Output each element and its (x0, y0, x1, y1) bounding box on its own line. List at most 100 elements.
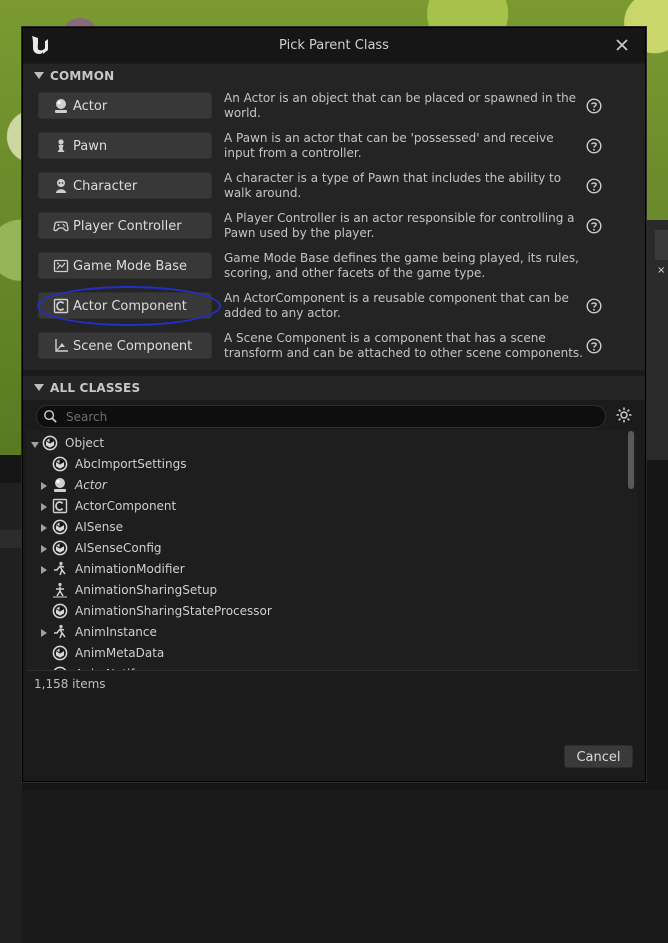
tree-row-label: AISenseConfig (75, 541, 162, 555)
animation-icon (54, 561, 66, 576)
expand-arrow-icon[interactable] (41, 566, 47, 574)
help-icon[interactable] (586, 218, 602, 234)
close-icon[interactable] (611, 34, 633, 56)
actor-button-label: Actor (73, 99, 108, 114)
tree-row-label: AnimationModifier (75, 562, 185, 576)
character-description: A character is a type of Pawn that inclu… (224, 171, 562, 200)
expand-arrow-icon[interactable] (41, 545, 47, 553)
player-controller-button-label: Player Controller (73, 219, 182, 234)
object-icon (52, 519, 68, 535)
tree-row[interactable]: AISenseConfig (27, 538, 627, 559)
pawn-icon (57, 139, 65, 152)
tree-row-label: AISense (75, 520, 123, 534)
game-mode-base-button[interactable]: Game Mode Base (38, 252, 212, 279)
panel-strip-tab (0, 530, 22, 548)
search-input[interactable] (64, 408, 598, 426)
items-count: 1,158 items (34, 677, 106, 691)
common-row-scene-component: Scene Component A Scene Component is a c… (23, 328, 645, 368)
gear-icon[interactable] (615, 406, 633, 424)
class-tree: Object AbcImportSettings Actor ActorCompone… (27, 430, 637, 670)
object-icon (42, 435, 58, 451)
common-row-player-controller: Player Controller A Player Controller is… (23, 208, 645, 248)
actor-icon (54, 478, 66, 492)
pawn-button-label: Pawn (73, 139, 108, 154)
object-icon (52, 540, 68, 556)
search-box (36, 405, 606, 428)
help-icon[interactable] (586, 338, 602, 354)
tree-row[interactable]: AnimationModifier (27, 559, 627, 580)
expand-arrow-icon[interactable] (41, 629, 47, 637)
scene-component-button-label: Scene Component (73, 339, 193, 354)
character-button-label: Character (73, 179, 138, 194)
panel-strip (0, 483, 22, 943)
tree-row-label: ActorComponent (75, 499, 177, 513)
game-mode-base-button-label: Game Mode Base (73, 259, 188, 274)
collapse-arrow-icon[interactable] (31, 442, 39, 448)
object-icon (52, 645, 68, 661)
tree-row[interactable]: Actor (27, 475, 627, 496)
gamepad-icon (53, 221, 69, 232)
pawn-button[interactable]: Pawn (38, 132, 212, 159)
tree-row-label: AbcImportSettings (75, 457, 187, 471)
game-mode-icon (53, 259, 69, 273)
common-row-actor: Actor An Actor is an object that can be … (23, 88, 645, 128)
expand-arrow-icon[interactable] (41, 503, 47, 511)
character-button[interactable]: Character (38, 172, 212, 199)
tree-row[interactable]: AnimationSharingStateProcessor (27, 601, 627, 622)
tree-row[interactable]: Object (27, 433, 627, 454)
common-row-game-mode-base: Game Mode Base Game Mode Base defines th… (23, 248, 645, 288)
tree-scrollbar[interactable] (628, 431, 635, 671)
common-row-actor-component: Actor Component An ActorComponent is a r… (23, 286, 645, 328)
character-icon (56, 179, 66, 193)
actor-button[interactable]: Actor (38, 92, 212, 119)
actor-component-icon (53, 298, 69, 314)
all-classes-header-label: ALL CLASSES (50, 381, 141, 395)
scrollbar-thumb[interactable] (628, 431, 634, 489)
animation-icon (54, 624, 66, 639)
expand-arrow-icon[interactable] (41, 482, 47, 490)
common-section-header[interactable]: COMMON (23, 64, 645, 88)
tree-row[interactable]: AnimationSharingSetup (27, 580, 627, 601)
help-icon[interactable] (586, 138, 602, 154)
player-controller-button[interactable]: Player Controller (38, 212, 212, 239)
scene-component-description: A Scene Component is a component that ha… (224, 331, 583, 360)
actor-component-button-label: Actor Component (73, 299, 187, 314)
all-classes-section-header[interactable]: ALL CLASSES (23, 376, 645, 400)
side-tab[interactable] (655, 230, 668, 260)
tree-row[interactable]: ActorComponent (27, 496, 627, 517)
tree-row-label: AnimationSharingSetup (75, 583, 218, 597)
scene-component-button[interactable]: Scene Component (38, 332, 212, 359)
tree-row-label: Actor (75, 478, 107, 492)
cancel-button[interactable]: Cancel (564, 745, 633, 768)
tree-row-label: AnimMetaData (75, 646, 165, 660)
help-icon[interactable] (586, 178, 602, 194)
tree-row-label: AnimInstance (75, 625, 157, 639)
collapse-caret-icon (34, 72, 44, 79)
tree-row-label: Object (65, 436, 105, 450)
common-classes-list: Actor An Actor is an object that can be … (23, 88, 645, 370)
tree-row[interactable]: AISense (27, 517, 627, 538)
common-row-pawn: Pawn A Pawn is an actor that can be 'pos… (23, 128, 645, 168)
common-row-character: Character A character is a type of Pawn … (23, 168, 645, 208)
common-header-label: COMMON (50, 69, 115, 83)
title-bar: Pick Parent Class (23, 28, 645, 62)
help-icon[interactable] (586, 298, 602, 314)
right-side-panel: × (645, 220, 668, 460)
tree-row-label: AnimationSharingStateProcessor (75, 604, 272, 618)
pawn-description: A Pawn is an actor that can be 'possesse… (224, 131, 554, 160)
player-controller-description: A Player Controller is an actor responsi… (224, 211, 575, 240)
object-icon (52, 603, 68, 619)
tree-row[interactable]: AnimMetaData (27, 643, 627, 664)
tree-row[interactable]: AnimInstance (27, 622, 627, 643)
object-icon (52, 456, 68, 472)
dialog-title: Pick Parent Class (279, 38, 389, 53)
search-icon (44, 410, 57, 423)
divider (27, 670, 639, 671)
actor-component-button[interactable]: Actor Component (37, 286, 221, 326)
actor-component-description: An ActorComponent is a reusable componen… (224, 291, 569, 320)
help-icon[interactable] (586, 98, 602, 114)
collapse-caret-icon (34, 384, 44, 391)
expand-arrow-icon[interactable] (41, 524, 47, 532)
tree-row[interactable]: AbcImportSettings (27, 454, 627, 475)
game-mode-base-description: Game Mode Base defines the game being pl… (224, 251, 579, 280)
